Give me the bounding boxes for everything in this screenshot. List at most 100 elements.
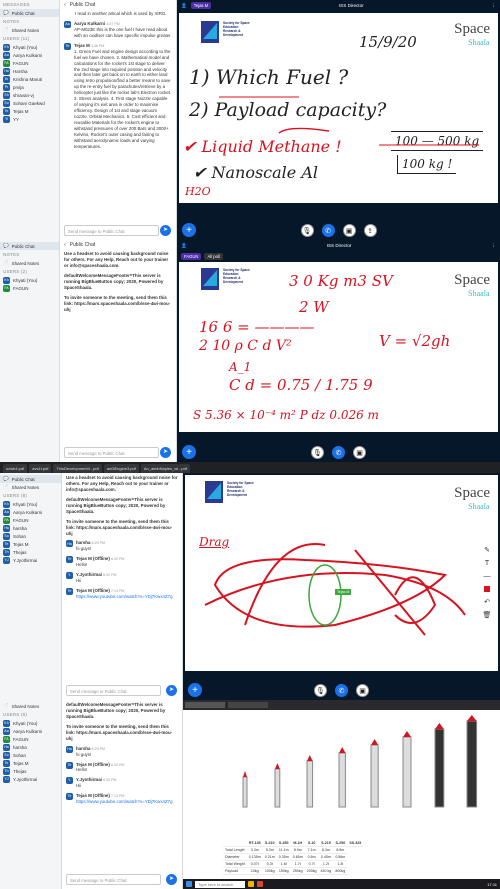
send-button[interactable]: ➤ <box>166 874 177 885</box>
whiteboard[interactable]: Society for Space Education Research & D… <box>179 262 498 432</box>
camera-button[interactable]: ▣ <box>353 446 366 459</box>
user-list-item[interactable]: So Sohani Gaekwd <box>0 99 59 107</box>
pen-icon[interactable]: ✎ <box>482 545 492 555</box>
welcome-message: Use a headset to avoid causing backgroun… <box>62 473 182 495</box>
camera-button[interactable]: ▣ <box>342 224 356 237</box>
chat-input[interactable]: Send message to Public Chat <box>64 447 159 458</box>
sidebar-item-label: Shared Notes <box>11 703 40 709</box>
chrome-icon[interactable] <box>257 881 263 887</box>
sidebar-item-shared-notes[interactable]: 📄 Shared Notes <box>0 259 59 267</box>
user-list-item[interactable]: Kr Krishna Maruti <box>0 75 59 83</box>
message-time: 4:48 PM <box>91 43 105 48</box>
user-list-item[interactable]: So Sohan <box>0 532 61 540</box>
sidebar-item-public-chat[interactable]: 💬 Public Chat <box>0 9 59 17</box>
user-list-item[interactable]: Ha harsha <box>0 524 61 532</box>
welcome-message: Use a headset to avoid causing backgroun… <box>60 249 176 271</box>
chat-input[interactable]: Send message to Public Chat <box>66 874 161 885</box>
text-icon[interactable]: T <box>482 558 492 568</box>
user-list-item[interactable]: Ha Harsha <box>0 67 59 75</box>
chat-input[interactable]: Send message to Public Chat <box>64 225 159 236</box>
user-list-item[interactable]: Aa Aarya Kulkarni <box>0 727 61 735</box>
folder-icon[interactable] <box>248 881 254 887</box>
microphone-button[interactable]: 🎙 <box>300 224 314 237</box>
send-button[interactable]: ➤ <box>160 225 171 236</box>
microphone-button[interactable]: 🎙 <box>311 446 324 459</box>
rocket-illustration <box>274 768 281 808</box>
user-list-item[interactable]: FA FAGUN <box>0 284 59 292</box>
browser-tab[interactable]: avs1f.pdf <box>29 464 52 473</box>
sidebar-item-shared-notes[interactable]: 📄 Shared Notes <box>0 483 61 491</box>
chevron-left-icon[interactable]: ‹ <box>64 2 66 8</box>
camera-button[interactable]: ▣ <box>356 684 369 697</box>
user-icon[interactable]: 👤 <box>181 243 187 249</box>
user-list-item[interactable]: Th Thejas <box>0 767 61 775</box>
taskbar-search[interactable]: Type here to search <box>195 880 245 888</box>
user-list-item[interactable]: Yi YY <box>0 115 59 123</box>
sidebar-item-public-chat[interactable]: 💬 Public Chat <box>0 242 59 250</box>
windows-icon[interactable] <box>186 881 192 887</box>
user-list-item[interactable]: Te Tejas M <box>0 759 61 767</box>
user-name: Krishna Maruti <box>13 76 43 82</box>
user-list-item[interactable]: FA FAGUN <box>0 59 59 67</box>
user-list-item[interactable]: So Sohan <box>0 751 61 759</box>
phone-button[interactable]: ✆ <box>332 446 345 459</box>
browser-tab[interactable]: An_aimbNaples_wi...pdf <box>140 464 190 473</box>
browser-tab[interactable]: ThisDevelopment4...pdf <box>53 464 102 473</box>
handwritten-line-3: 16 6 = ———— <box>199 318 315 336</box>
user-list-item[interactable]: FA FAGUN <box>0 516 61 524</box>
microphone-button[interactable]: 🎙 <box>314 684 327 697</box>
sidebar-item-shared-notes[interactable]: 📄 Shared Notes <box>0 26 59 34</box>
user-icon[interactable]: 👤 <box>181 3 187 9</box>
user-list-item[interactable]: Th Thejas <box>0 548 61 556</box>
line-icon[interactable]: ― <box>482 571 492 581</box>
more-icon[interactable]: ⋮ <box>491 3 496 9</box>
phone-button[interactable]: ✆ <box>335 684 348 697</box>
viewer-tab[interactable] <box>185 702 225 708</box>
user-name: Khyati (You) <box>13 501 38 507</box>
user-list-item[interactable]: Aa Aarya Kulkarni <box>0 508 61 516</box>
clear-icon[interactable]: 🗑 <box>482 610 492 620</box>
user-list-item[interactable]: YJ Y.Jyothirmai <box>0 775 61 783</box>
rocket-illustration <box>242 776 248 808</box>
message-time: 6:30 PM <box>103 573 117 578</box>
chat-icon: 💬 <box>3 243 9 248</box>
message-text: Hii <box>76 578 82 584</box>
avatar: Kh <box>3 500 10 508</box>
user-list-item[interactable]: YJ Y.Jyothirmai <box>0 556 61 564</box>
message-text[interactable]: https://www.youtube.com/watch?v=YDj7Kwx4… <box>76 594 178 600</box>
more-icon[interactable]: ⋮ <box>491 243 496 249</box>
rocket-illustration <box>466 720 478 808</box>
sidebar-item-shared-notes[interactable]: 📄 Shared Notes <box>0 702 61 710</box>
chat-input[interactable]: Send message to Public Chat <box>66 685 161 696</box>
phone-button[interactable]: ✆ <box>321 224 335 237</box>
user-list-item[interactable]: Te Tejas M <box>0 540 61 548</box>
user-list-item[interactable]: FA FAGUN <box>0 735 61 743</box>
undo-icon[interactable]: ↶ <box>482 597 492 607</box>
rocket-nose <box>243 771 247 777</box>
browser-tab[interactable]: ozwb4.pdf <box>3 464 28 473</box>
viewer-tab[interactable] <box>228 702 268 708</box>
message-text: 1. Green Fuel and engine design accordin… <box>74 48 172 149</box>
color-icon[interactable] <box>482 584 492 594</box>
user-list-item[interactable]: Kh Khyati (You) <box>0 276 59 284</box>
browser-tab[interactable]: am3Engine3.pdf <box>103 464 139 473</box>
user-list-item[interactable]: Pr prvija <box>0 83 59 91</box>
whiteboard[interactable]: Society for Space Education Research & D… <box>185 475 498 671</box>
chevron-left-icon[interactable]: ‹ <box>64 242 66 248</box>
send-button[interactable]: ➤ <box>160 447 171 458</box>
screenshare-button[interactable]: ⇪ <box>363 224 377 237</box>
user-list-item[interactable]: Ha harsha <box>0 743 61 751</box>
whiteboard[interactable]: Society for Space Education Research & D… <box>179 13 498 203</box>
user-list-item[interactable]: Aa Aarya Kulkarni <box>0 51 59 59</box>
message-time: 7:13 PM <box>111 589 125 594</box>
sidebar-item-public-chat[interactable]: 💬 Public Chat <box>0 475 61 483</box>
user-list-item[interactable]: Kh Khyati (You) <box>0 719 61 727</box>
user-list-item[interactable]: Sh shravan-vj <box>0 91 59 99</box>
message-text[interactable]: https://www.youtube.com/watch?v=YDj7Kwx4… <box>76 799 178 805</box>
user-list-item[interactable]: Kh Khyati (You) <box>0 43 59 51</box>
user-list-item[interactable]: Kh Khyati (You) <box>0 500 61 508</box>
avatar: Kh <box>3 276 10 284</box>
table-cell: 8.9m <box>333 846 348 854</box>
user-list-item[interactable]: Te Tejas M <box>0 107 59 115</box>
send-button[interactable]: ➤ <box>166 685 177 696</box>
